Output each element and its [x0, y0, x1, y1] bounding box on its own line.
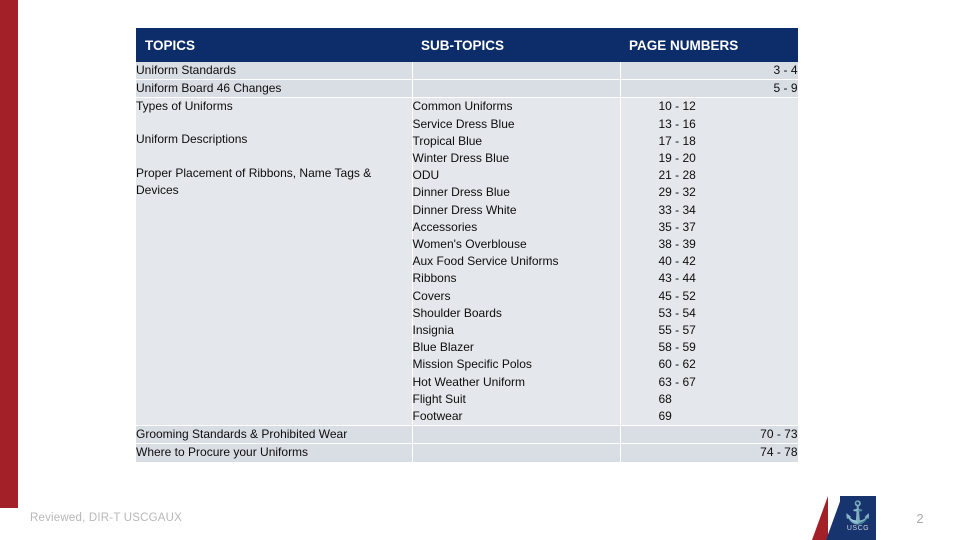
- pages-item: 45 - 52: [658, 288, 696, 303]
- emblem-caption: USCG: [846, 525, 870, 532]
- subtopic-item: Dinner Dress Blue: [412, 185, 510, 200]
- pages-item: 33 - 34: [658, 202, 696, 217]
- subtopic-item: Common Uniforms: [412, 99, 513, 114]
- row-subtopic: [412, 443, 621, 463]
- pages-item: 19 - 20: [658, 151, 696, 166]
- pages-item: 35 - 37: [658, 219, 696, 234]
- row-subtopic: [412, 79, 621, 99]
- pages-item: 10 - 12: [658, 99, 696, 114]
- main-topic-item: Proper Placement of Ribbons, Name Tags &…: [136, 166, 372, 198]
- subtopic-item: ODU: [412, 168, 440, 183]
- contents-table: TOPICS SUB-TOPICS PAGE NUMBERS Uniform S…: [136, 28, 799, 463]
- row-topic: Uniform Board 46 Changes: [136, 79, 413, 99]
- main-topics-cell: Types of Uniforms Uniform Descriptions P…: [136, 97, 413, 427]
- row-subtopic: [412, 62, 621, 81]
- subtopic-item: Blue Blazer: [412, 340, 474, 355]
- main-subtopics-cell: Common Uniforms Service Dress Blue Tropi…: [412, 97, 621, 427]
- header-subtopics: SUB-TOPICS: [412, 28, 620, 62]
- pages-item: 55 - 57: [658, 323, 696, 338]
- subtopic-item: Shoulder Boards: [412, 305, 502, 320]
- table-row: Where to Procure your Uniforms 74 - 78: [136, 443, 799, 463]
- slide: Reviewed, DIR-T USCGAUX 2 ⚓ USCG TOPICS …: [0, 0, 960, 540]
- pages-item: 63 - 67: [658, 374, 696, 389]
- page-number: 2: [916, 511, 924, 526]
- subtopic-item: Tropical Blue: [412, 133, 483, 148]
- subtopic-item: Dinner Dress White: [412, 202, 517, 217]
- row-topic: Grooming Standards & Prohibited Wear: [136, 425, 413, 445]
- row-pages: 74 - 78: [620, 443, 799, 463]
- pages-item: 13 - 16: [658, 116, 696, 131]
- row-subtopic: [412, 425, 621, 445]
- corner-emblem: ⚓ USCG: [812, 496, 890, 540]
- subtopic-item: Hot Weather Uniform: [412, 374, 525, 389]
- pages-item: 68: [658, 391, 672, 406]
- row-pages: 5 - 9: [620, 79, 799, 99]
- main-pages-cell: 10 - 12 13 - 16 17 - 18 19 - 20 21 - 28 …: [620, 97, 799, 427]
- pages-item: 38 - 39: [658, 237, 696, 252]
- pages-item: 43 - 44: [658, 271, 696, 286]
- subtopic-item: Women's Overblouse: [412, 237, 527, 252]
- subtopic-item: Accessories: [412, 219, 478, 234]
- subtopic-item: Footwear: [412, 409, 463, 424]
- pages-item: 17 - 18: [658, 133, 696, 148]
- subtopic-item: Service Dress Blue: [412, 116, 515, 131]
- pages-item: 58 - 59: [658, 340, 696, 355]
- table-row: Uniform Board 46 Changes 5 - 9: [136, 79, 799, 99]
- header-topics: TOPICS: [136, 28, 412, 62]
- row-pages: 70 - 73: [620, 425, 799, 445]
- subtopic-item: Winter Dress Blue: [412, 151, 510, 166]
- subtopic-item: Aux Food Service Uniforms: [412, 254, 559, 269]
- pages-item: 40 - 42: [658, 254, 696, 269]
- anchor-icon: ⚓: [844, 500, 872, 525]
- pages-item: 69: [658, 409, 672, 424]
- pages-item: 29 - 32: [658, 185, 696, 200]
- table-header-row: TOPICS SUB-TOPICS PAGE NUMBERS: [136, 28, 798, 62]
- subtopic-item: Mission Specific Polos: [412, 357, 532, 372]
- main-topic-item: Types of Uniforms: [136, 99, 233, 114]
- pages-item: 60 - 62: [658, 357, 696, 372]
- subtopic-item: Insignia: [412, 323, 454, 338]
- table-row-main: Types of Uniforms Uniform Descriptions P…: [136, 97, 799, 427]
- row-topic: Where to Procure your Uniforms: [136, 443, 413, 463]
- subtopic-item: Covers: [412, 288, 451, 303]
- pages-item: 21 - 28: [658, 168, 696, 183]
- main-topic-item: Uniform Descriptions: [136, 132, 248, 147]
- table-row: Grooming Standards & Prohibited Wear 70 …: [136, 425, 799, 445]
- header-pages: PAGE NUMBERS: [620, 28, 798, 62]
- subtopic-item: Ribbons: [412, 271, 457, 286]
- row-topic: Uniform Standards: [136, 62, 413, 81]
- table-row: Uniform Standards 3 - 4: [136, 62, 799, 81]
- left-accent-bar: [0, 0, 18, 508]
- row-pages: 3 - 4: [620, 62, 799, 81]
- footer-note: Reviewed, DIR-T USCGAUX: [30, 512, 183, 524]
- emblem-box: ⚓ USCG: [840, 496, 876, 540]
- subtopic-item: Flight Suit: [412, 391, 466, 406]
- pages-item: 53 - 54: [658, 305, 696, 320]
